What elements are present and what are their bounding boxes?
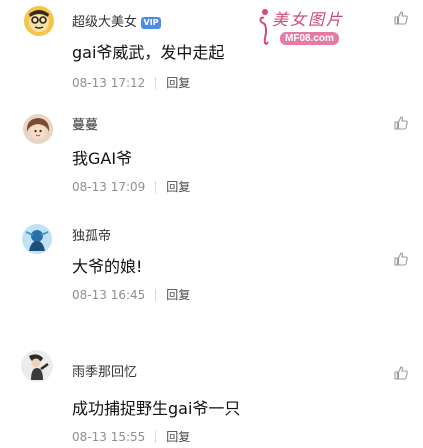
meta-divider <box>155 288 157 301</box>
comment-date: 08-13 <box>72 287 107 302</box>
comment-text: 成功捕捉野生gai爷一只 <box>72 399 241 418</box>
avatar-face-icon <box>24 6 54 36</box>
avatar-figure-icon <box>21 350 53 382</box>
like-thumb-icon[interactable] <box>393 365 409 381</box>
comment-meta: 08-13 17:12 回复 <box>72 74 190 91</box>
comment-username[interactable]: 独孤帝 <box>72 225 111 244</box>
comment-date: 08-13 <box>72 179 107 194</box>
meta-divider <box>155 76 157 89</box>
comment-text: 大爷的娘! <box>72 257 143 276</box>
avatar-face-icon <box>23 114 53 144</box>
comment-username[interactable]: 超级大美女 VIP <box>72 11 162 30</box>
comment-username[interactable]: 蔓蔓 <box>72 114 98 133</box>
comment-text: 我GAI爷 <box>72 149 133 168</box>
reply-button[interactable]: 回复 <box>166 286 190 303</box>
avatar[interactable] <box>21 350 53 382</box>
avatar[interactable] <box>22 224 52 254</box>
comment-text: gai爷威武，发中走起 <box>72 43 225 62</box>
avatar[interactable] <box>23 114 53 144</box>
comment-list: 美女图片 MF08.com 超级大美女 VIP gai爷威武，发中走起 08-13… <box>0 0 423 448</box>
like-thumb-icon[interactable] <box>393 115 409 131</box>
comment-item: 雨季那回忆 成功捕捉野生gai爷一只 08-13 15:55 回复 <box>0 330 423 448</box>
comment-meta: 08-13 16:45 回复 <box>72 286 190 303</box>
comment-meta: 08-13 17:09 回复 <box>72 178 190 195</box>
like-thumb-icon[interactable] <box>393 251 409 267</box>
comment-item: 超级大美女 VIP gai爷威武，发中走起 08-13 17:12 回复 <box>0 0 423 104</box>
like-thumb-icon[interactable] <box>393 10 409 26</box>
reply-button[interactable]: 回复 <box>166 428 190 445</box>
comment-time: 17:09 <box>110 179 146 194</box>
comment-date: 08-13 <box>72 75 107 90</box>
avatar-figure-icon <box>22 224 52 254</box>
meta-divider <box>155 180 157 193</box>
reply-button[interactable]: 回复 <box>166 178 190 195</box>
comment-username[interactable]: 雨季那回忆 <box>72 361 137 380</box>
vip-badge: VIP <box>141 16 162 29</box>
comment-time: 16:45 <box>110 287 146 302</box>
comment-time: 15:55 <box>110 429 146 444</box>
comment-item: 独孤帝 大爷的娘! 08-13 16:45 回复 <box>0 214 423 330</box>
meta-divider <box>155 430 157 443</box>
comment-item: 蔓蔓 我GAI爷 08-13 17:09 回复 <box>0 104 423 214</box>
avatar[interactable] <box>24 6 54 36</box>
comment-meta: 08-13 15:55 回复 <box>72 428 190 445</box>
comment-time: 17:12 <box>110 75 146 90</box>
comment-date: 08-13 <box>72 429 107 444</box>
reply-button[interactable]: 回复 <box>166 74 190 91</box>
